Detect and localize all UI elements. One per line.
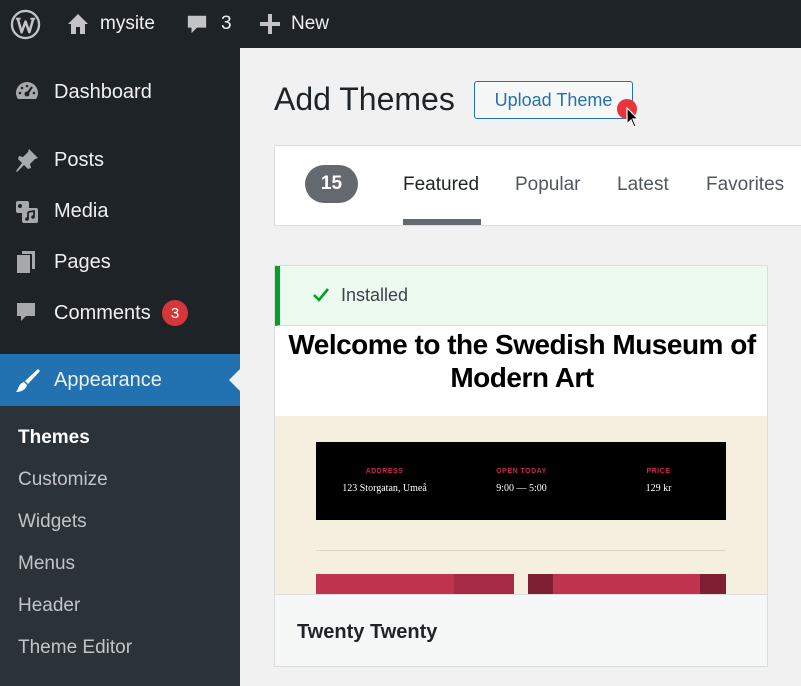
theme-name-bar: Twenty Twenty [275, 594, 767, 666]
theme-card[interactable]: Installed Welcome to the Swedish Museum … [274, 265, 768, 667]
sidebar-item-comments[interactable]: Comments 3 [0, 290, 240, 336]
sidebar-item-label: Dashboard [54, 80, 152, 103]
tab-latest[interactable]: Latest [617, 174, 669, 196]
sidebar-item-label: Comments [54, 301, 151, 324]
tab-featured[interactable]: Featured [403, 174, 479, 196]
info-column: OPEN TODAY 9:00 — 5:00 [453, 468, 590, 494]
mouse-cursor-icon [626, 106, 640, 134]
paintbrush-icon [14, 367, 40, 393]
sidebar-item-label: Media [54, 199, 109, 222]
admin-bar: mysite 3 New [0, 0, 801, 48]
info-value: 129 kr [645, 483, 672, 494]
installed-label: Installed [341, 285, 409, 305]
tab-favorites[interactable]: Favorites [706, 174, 784, 196]
home-icon [66, 12, 90, 36]
site-home-link[interactable]: mysite [66, 0, 155, 48]
theme-screenshot: Welcome to the Swedish Museum of Modern … [275, 326, 767, 594]
comment-icon [14, 300, 40, 326]
comments-count: 3 [221, 13, 232, 34]
sidebar-item-media[interactable]: Media [0, 188, 240, 234]
submenu-item-themes[interactable]: Themes [18, 427, 90, 449]
submenu-item-menus[interactable]: Menus [18, 553, 75, 575]
screenshot-image-block [528, 574, 726, 594]
upload-theme-button[interactable]: Upload Theme [474, 81, 633, 119]
checkmark-icon [312, 286, 330, 309]
info-value: 9:00 — 5:00 [496, 483, 547, 494]
submenu-item-customize[interactable]: Customize [18, 469, 108, 491]
dashboard-icon [14, 79, 40, 105]
screenshot-image-block [700, 574, 726, 594]
info-value: 123 Storgatan, Umeå [342, 483, 427, 494]
info-label: PRICE [646, 468, 671, 475]
screenshot-divider [316, 550, 726, 551]
pushpin-icon [14, 147, 40, 173]
theme-filter-bar: 15 Featured Popular Latest Favorites [274, 145, 801, 226]
screenshot-image-block [528, 574, 553, 594]
sidebar-item-label: Pages [54, 250, 111, 273]
active-tab-indicator [403, 219, 481, 225]
info-column: PRICE 129 kr [590, 468, 727, 494]
info-label: ADDRESS [365, 468, 404, 475]
screenshot-info-box: ADDRESS 123 Storgatan, Umeå OPEN TODAY 9… [316, 442, 726, 520]
sidebar-item-pages[interactable]: Pages [0, 239, 240, 285]
info-column: ADDRESS 123 Storgatan, Umeå [316, 468, 453, 494]
comment-bubble-icon [186, 13, 208, 35]
screenshot-header: Welcome to the Swedish Museum of Modern … [275, 326, 767, 416]
site-name: mysite [100, 13, 155, 34]
new-content-link[interactable]: New [259, 0, 329, 48]
sidebar-item-posts[interactable]: Posts [0, 137, 240, 183]
sidebar-item-appearance[interactable]: Appearance [0, 354, 240, 406]
new-label: New [291, 13, 330, 34]
sidebar-item-label: Posts [54, 148, 105, 171]
comments-link[interactable]: 3 [186, 0, 232, 48]
plus-icon [259, 13, 281, 35]
wordpress-logo-icon[interactable] [10, 0, 41, 48]
sidebar-item-dashboard[interactable]: Dashboard [0, 69, 240, 115]
appearance-submenu: Themes Customize Widgets Menus Header Th… [0, 406, 240, 686]
theme-name: Twenty Twenty [297, 621, 438, 643]
pages-icon [14, 249, 40, 275]
tab-popular[interactable]: Popular [515, 174, 581, 196]
theme-count-badge: 15 [305, 165, 358, 203]
page-title: Add Themes [274, 81, 455, 117]
comments-badge: 3 [162, 300, 188, 326]
installed-notice: Installed [275, 266, 767, 326]
sidebar-item-label: Appearance [54, 368, 162, 391]
screenshot-title: Welcome to the Swedish Museum of Modern … [288, 329, 756, 393]
submenu-item-widgets[interactable]: Widgets [18, 511, 87, 533]
screenshot-image-block [454, 574, 514, 594]
media-icon [14, 198, 40, 224]
info-label: OPEN TODAY [496, 468, 547, 475]
submenu-item-theme-editor[interactable]: Theme Editor [18, 637, 132, 659]
submenu-item-header[interactable]: Header [18, 595, 80, 617]
